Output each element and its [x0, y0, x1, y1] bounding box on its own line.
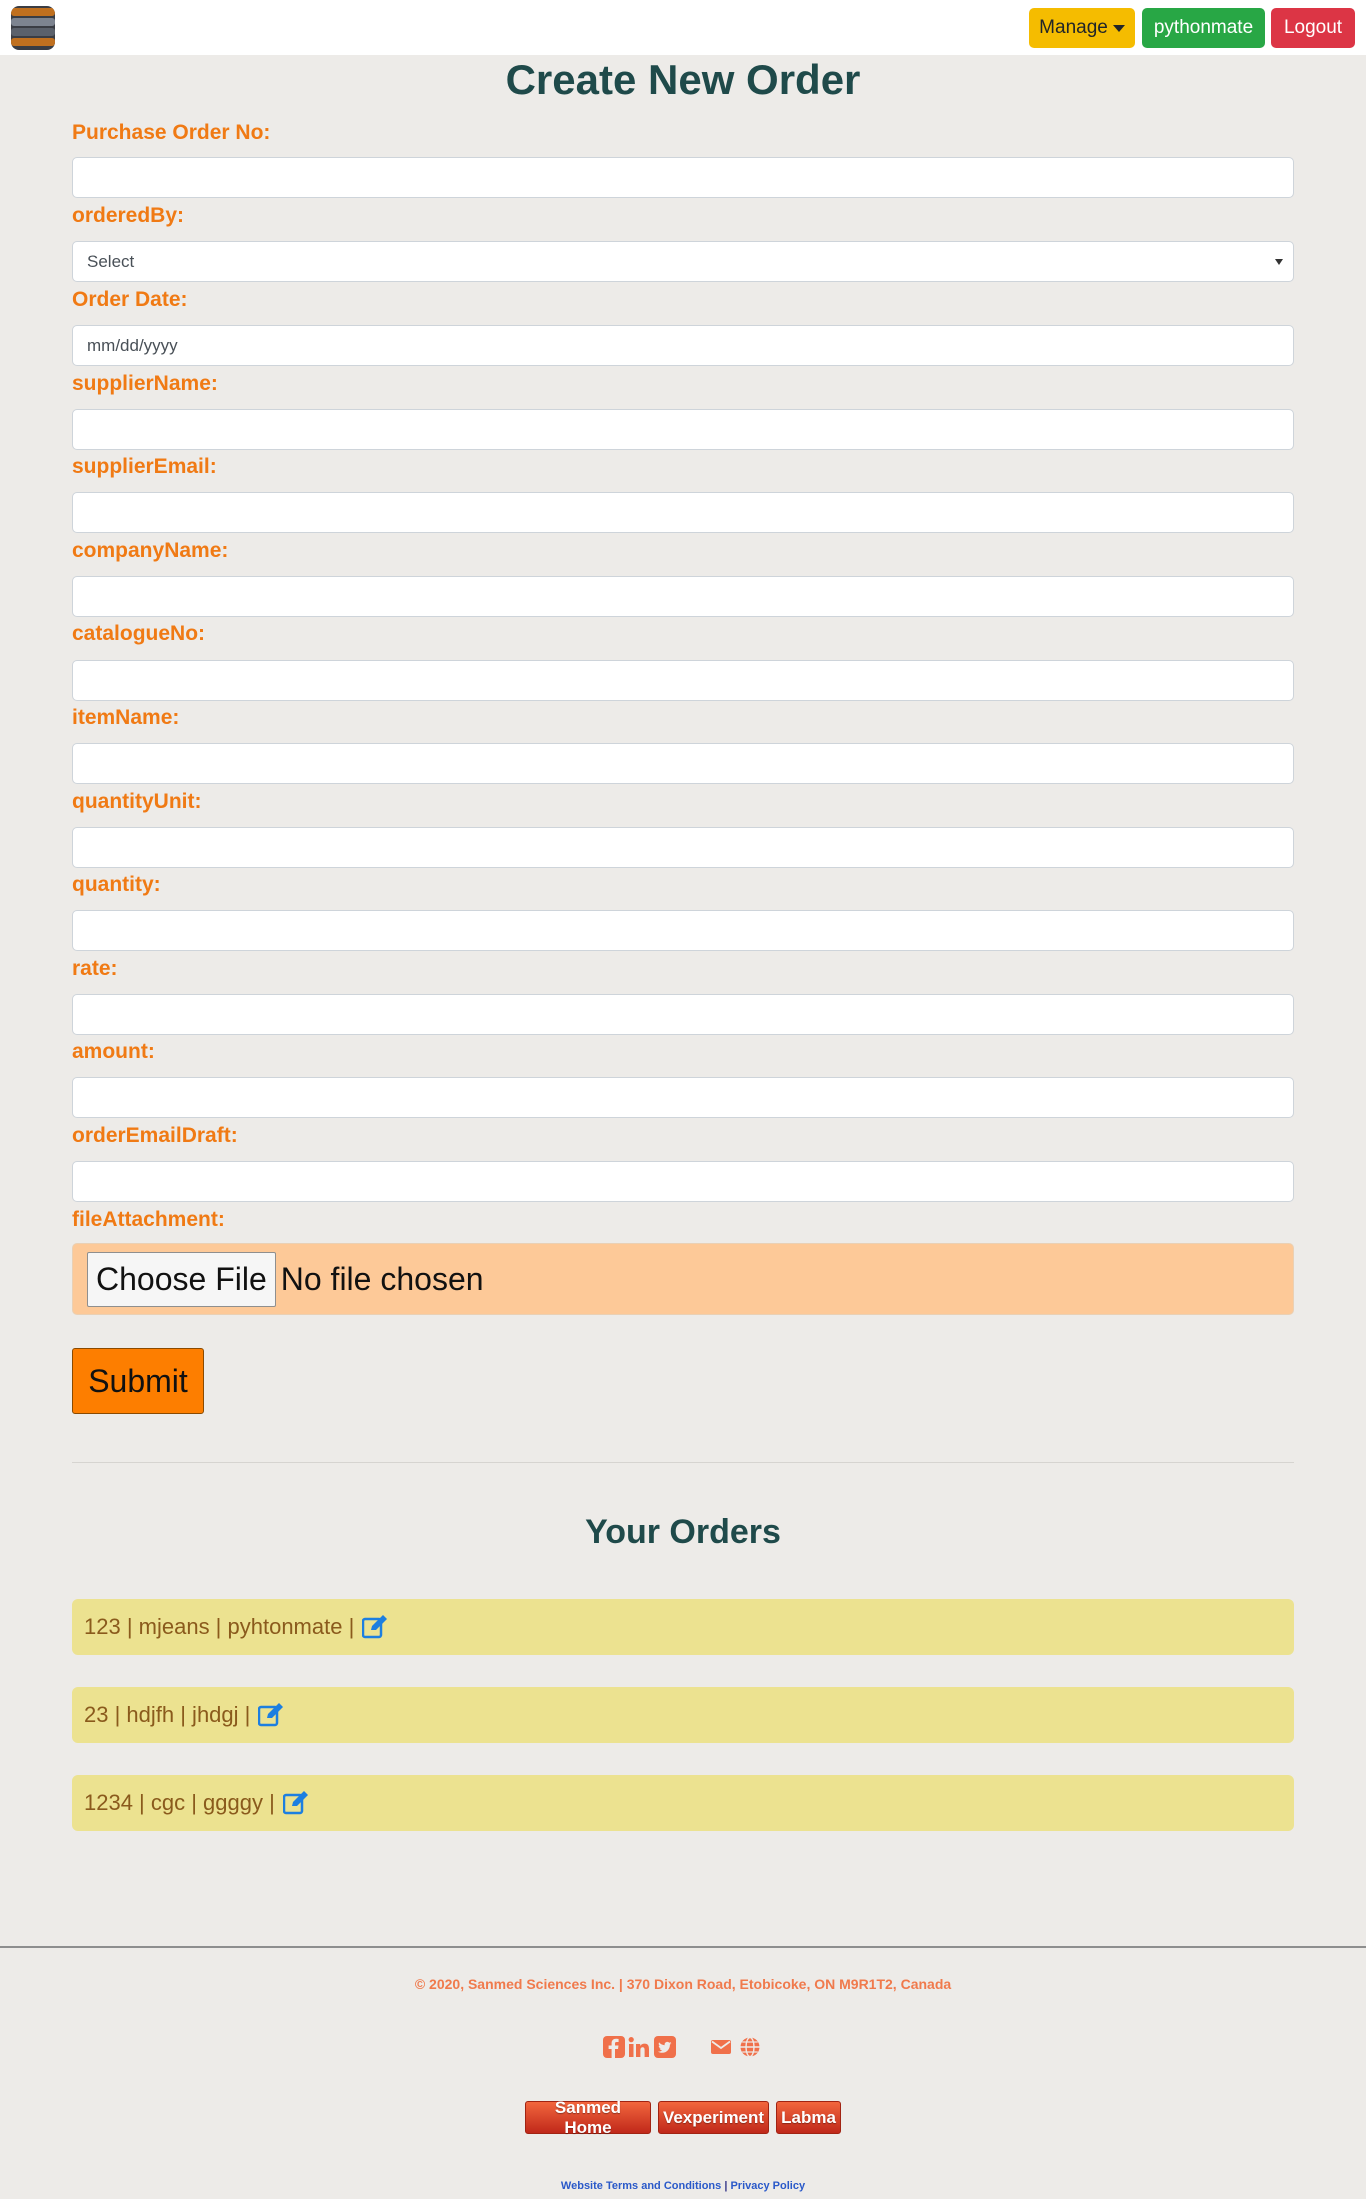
company-name-label: companyName: [72, 539, 229, 562]
twitter-icon[interactable] [654, 2036, 676, 2058]
user-button[interactable]: pythonmate [1142, 8, 1265, 48]
page-title: Create New Order [505, 56, 861, 103]
orders-title: Your Orders [585, 1513, 781, 1551]
choose-file-button[interactable]: Choose File [87, 1251, 276, 1307]
vexperiment-link[interactable]: Vexperiment [658, 2101, 769, 2134]
ordered-by-label: orderedBy: [72, 204, 185, 227]
item-name-input[interactable] [72, 743, 1294, 784]
logout-button[interactable]: Logout [1271, 8, 1355, 48]
linkedin-icon[interactable] [628, 2036, 650, 2058]
ordered-by-selected-value: Select [87, 251, 135, 271]
amount-label: amount: [72, 1040, 155, 1063]
section-divider [72, 1462, 1294, 1463]
footer-copyright: © 2020, Sanmed Sciences Inc. | 370 Dixon… [414, 1976, 952, 1992]
supplier-name-input[interactable] [72, 409, 1294, 450]
amount-input[interactable] [72, 1077, 1294, 1118]
facebook-icon[interactable] [603, 2036, 625, 2058]
dropdown-arrow-icon [1275, 258, 1283, 265]
order-item-text: 23 | hdjfh | jhdgj | [84, 1702, 251, 1727]
legal-separator: | [724, 2180, 728, 2192]
order-item: 23 | hdjfh | jhdgj | [72, 1687, 1294, 1743]
manage-dropdown-button[interactable]: Manage [1029, 8, 1135, 48]
order-item: 1234 | cgc | ggggy | [72, 1775, 1294, 1831]
purchase-order-no-label: Purchase Order No: [72, 121, 271, 144]
quantity-label: quantity: [72, 873, 161, 896]
globe-icon[interactable] [739, 2036, 761, 2058]
supplier-name-label: supplierName: [72, 372, 218, 395]
order-email-draft-input[interactable] [72, 1161, 1294, 1202]
purchase-order-no-input[interactable] [72, 157, 1294, 198]
email-icon[interactable] [710, 2036, 732, 2058]
edit-icon[interactable] [362, 1615, 388, 1639]
privacy-policy-link[interactable]: Privacy Policy [730, 2180, 805, 2192]
footer-legal-links: Website Terms and Conditions | Privacy P… [0, 2180, 1366, 2192]
terms-link[interactable]: Website Terms and Conditions [561, 2180, 721, 2192]
company-name-input[interactable] [72, 576, 1294, 617]
order-email-draft-label: orderEmailDraft: [72, 1124, 238, 1147]
order-date-input[interactable]: mm/dd/yyyy [72, 325, 1294, 366]
file-attachment-input: Choose File No file chosen [72, 1243, 1294, 1315]
file-status-text: No file chosen [280, 1260, 484, 1297]
top-navbar: Manage pythonmate Logout [0, 0, 1366, 55]
footer-divider [0, 1946, 1366, 1948]
supplier-email-input[interactable] [72, 492, 1294, 533]
caret-down-icon [1112, 24, 1125, 32]
order-item: 123 | mjeans | pyhtonmate | [72, 1599, 1294, 1655]
rate-label: rate: [72, 957, 118, 980]
labma-link[interactable]: Labma [776, 2101, 841, 2134]
rate-input[interactable] [72, 994, 1294, 1035]
app-logo[interactable] [11, 6, 55, 50]
item-name-label: itemName: [72, 706, 180, 729]
catalogue-no-label: catalogueNo: [72, 622, 206, 645]
supplier-email-label: supplierEmail: [72, 455, 217, 478]
quantity-input[interactable] [72, 910, 1294, 951]
file-attachment-label: fileAttachment: [72, 1208, 225, 1231]
quantity-unit-label: quantityUnit: [72, 790, 202, 813]
catalogue-no-input[interactable] [72, 660, 1294, 701]
sanmed-home-link[interactable]: Sanmed Home [525, 2098, 651, 2137]
submit-button[interactable]: Submit [72, 1348, 204, 1414]
edit-icon[interactable] [282, 1791, 309, 1815]
edit-icon[interactable] [258, 1703, 284, 1727]
ordered-by-select[interactable]: Select [72, 241, 1294, 282]
manage-label: Manage [1039, 17, 1108, 38]
order-item-text: 1234 | cgc | ggggy | [84, 1790, 275, 1815]
order-item-text: 123 | mjeans | pyhtonmate | [84, 1614, 355, 1639]
quantity-unit-input[interactable] [72, 827, 1294, 868]
order-date-label: Order Date: [72, 288, 188, 311]
